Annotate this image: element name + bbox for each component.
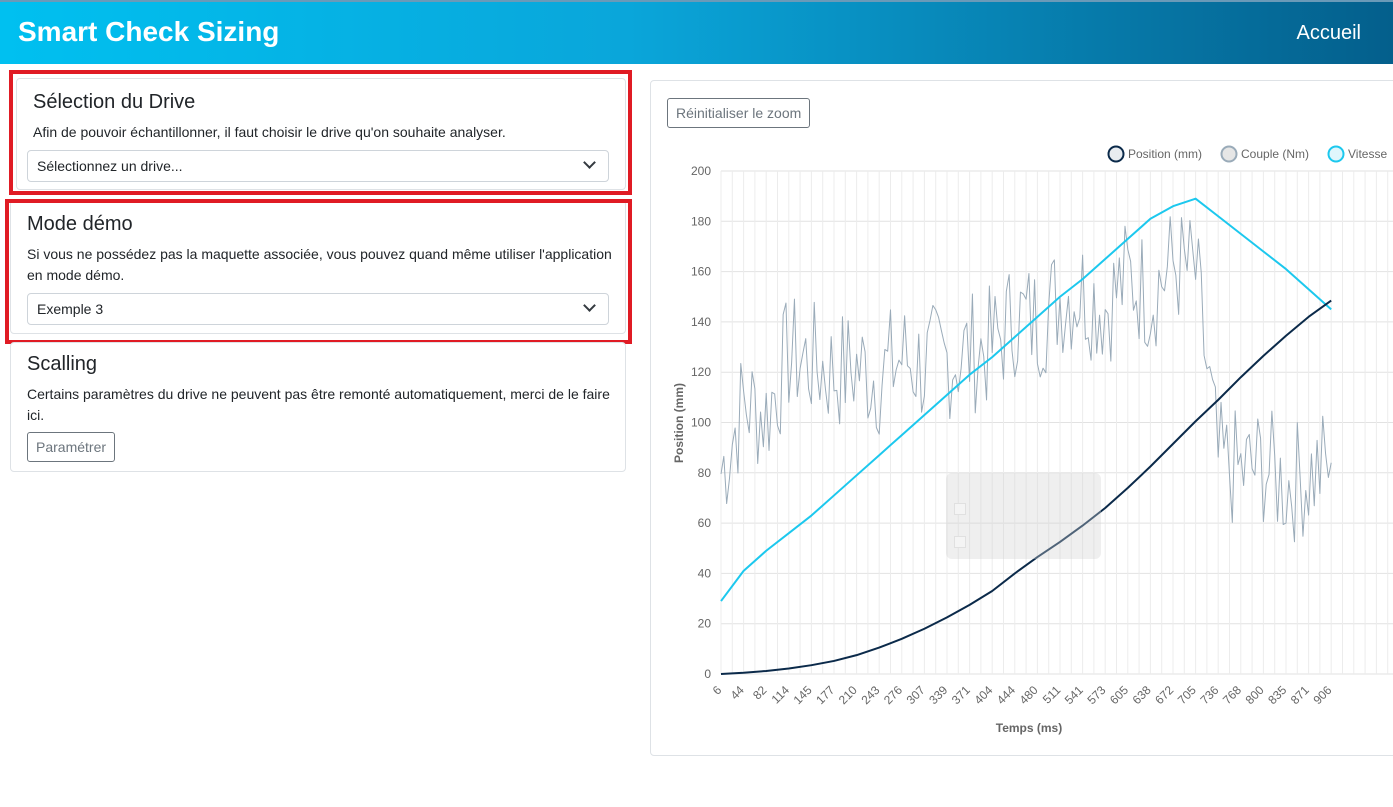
x-tick-label: 210 <box>836 683 860 707</box>
x-tick-label: 835 <box>1265 683 1289 707</box>
x-tick-label: 480 <box>1017 683 1041 707</box>
nav-home-link[interactable]: Accueil <box>1297 22 1361 45</box>
legend-label: Vitesse <box>1348 147 1387 161</box>
y-tick-label: 40 <box>698 566 712 580</box>
demo-card-highlight <box>5 199 632 344</box>
x-tick-label: 145 <box>791 683 815 707</box>
x-tick-label: 705 <box>1175 683 1199 707</box>
x-tick-label: 82 <box>750 683 770 703</box>
line-chart[interactable]: 0 20 40 60 80 100 120 140 160 180 200 6 44 82 11414517… <box>651 81 1393 756</box>
scaling-card-title: Scalling <box>27 353 98 375</box>
x-tick-label: 768 <box>1220 683 1244 707</box>
app-brand[interactable]: Smart Check Sizing <box>18 16 279 48</box>
y-tick-label: 0 <box>704 667 711 681</box>
x-tick-label: 736 <box>1197 683 1221 707</box>
y-tick-label: 200 <box>691 164 711 178</box>
x-tick-label: 339 <box>926 683 950 707</box>
x-tick-label: 800 <box>1243 683 1267 707</box>
legend-label: Position (mm) <box>1128 147 1202 161</box>
chart-card: Réinitialiser le zoom 0 20 40 60 80 100 120 140… <box>650 80 1393 756</box>
x-tick-label: 276 <box>881 683 905 707</box>
y-tick-label: 160 <box>691 265 711 279</box>
x-tick-label: 307 <box>904 683 928 707</box>
configure-button[interactable]: Paramétrer <box>27 432 116 462</box>
y-tick-label: 80 <box>698 466 712 480</box>
x-tick-label: 243 <box>858 683 882 707</box>
x-tick-label: 672 <box>1152 683 1176 707</box>
x-tick-label: 638 <box>1130 683 1154 707</box>
tooltip-swatch <box>954 536 966 548</box>
x-tick-label: 44 <box>728 683 748 703</box>
x-tick-label: 871 <box>1288 683 1312 707</box>
x-tick-label: 6 <box>710 683 725 698</box>
scaling-card-description-line2: ici. <box>27 407 45 423</box>
y-axis-title: Position (mm) <box>672 383 686 463</box>
x-tick-label: 605 <box>1107 683 1131 707</box>
y-tick-label: 140 <box>691 315 711 329</box>
top-navbar: Smart Check Sizing Accueil <box>0 0 1393 64</box>
y-tick-label: 180 <box>691 214 711 228</box>
x-tick-label: 114 <box>769 683 793 707</box>
x-tick-label: 444 <box>994 683 1018 707</box>
x-tick-label: 404 <box>971 683 995 707</box>
y-tick-label: 100 <box>691 416 711 430</box>
tooltip-swatch <box>954 503 966 515</box>
legend-marker-icon <box>1327 145 1345 163</box>
y-tick-label: 120 <box>691 365 711 379</box>
x-tick-label: 573 <box>1084 683 1108 707</box>
y-tick-label: 60 <box>698 516 712 530</box>
chart-tooltip <box>946 473 1101 559</box>
legend-marker-icon <box>1107 145 1125 163</box>
scaling-card: Scalling Certains paramètres du drive ne… <box>10 342 626 472</box>
x-tick-label: 177 <box>813 683 837 707</box>
legend-label: Couple (Nm) <box>1241 147 1309 161</box>
scaling-card-description-line1: Certains paramètres du drive ne peuvent … <box>27 386 610 402</box>
x-tick-label: 371 <box>949 683 973 707</box>
x-tick-label: 906 <box>1310 683 1334 707</box>
y-tick-label: 20 <box>698 617 712 631</box>
drive-card-highlight <box>9 70 632 195</box>
legend-marker-icon <box>1220 145 1238 163</box>
x-tick-label: 511 <box>1040 683 1064 707</box>
x-axis-title: Temps (ms) <box>996 721 1062 735</box>
x-tick-label: 541 <box>1062 683 1086 707</box>
